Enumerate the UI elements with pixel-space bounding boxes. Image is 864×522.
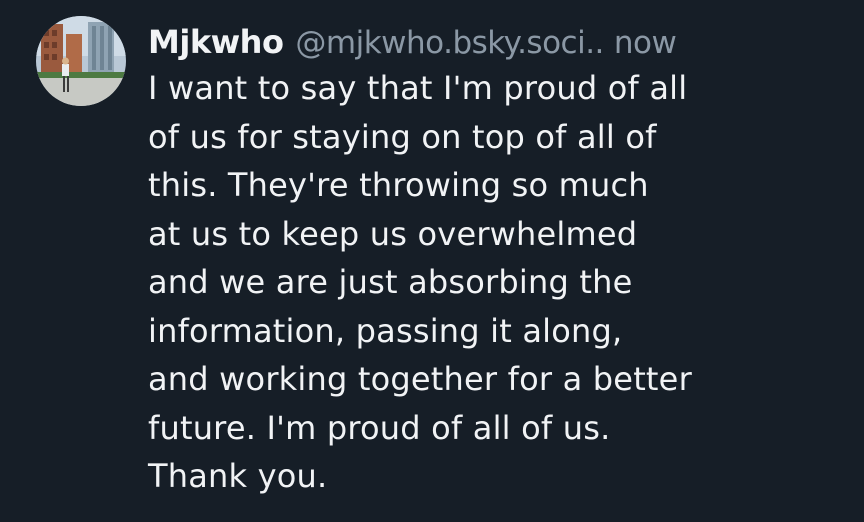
author-handle[interactable]: @mjkwho.bsky.soci.. xyxy=(295,19,604,67)
post-text: I want to say that I'm proud of all of u… xyxy=(148,64,848,501)
street-photo-avatar-icon xyxy=(36,16,126,106)
author-display-name[interactable]: Mjkwho xyxy=(148,18,284,66)
post-text-line: this. They're throwing so much xyxy=(148,166,649,204)
author-avatar[interactable] xyxy=(36,16,126,106)
post-text-line: information, passing it along, xyxy=(148,311,623,350)
post-text-line: at us to keep us overwhelmed xyxy=(148,214,638,253)
post-timestamp[interactable]: now xyxy=(614,19,677,67)
post-text-line: future. I'm proud of all of us. xyxy=(148,408,611,447)
post-text-line: Thank you. xyxy=(148,457,328,495)
post-card[interactable]: Mjkwho @mjkwho.bsky.soci.. now I want to… xyxy=(0,0,864,522)
post-text-line: and working together for a better xyxy=(148,360,692,398)
post-content: Mjkwho @mjkwho.bsky.soci.. now I want to… xyxy=(148,18,848,501)
post-header: Mjkwho @mjkwho.bsky.soci.. now xyxy=(148,18,848,66)
post-text-line: and we are just absorbing the xyxy=(148,263,633,301)
post-text-line: I want to say that I'm proud of all xyxy=(148,69,688,107)
post-text-line: of us for staying on top of all of xyxy=(148,117,657,156)
